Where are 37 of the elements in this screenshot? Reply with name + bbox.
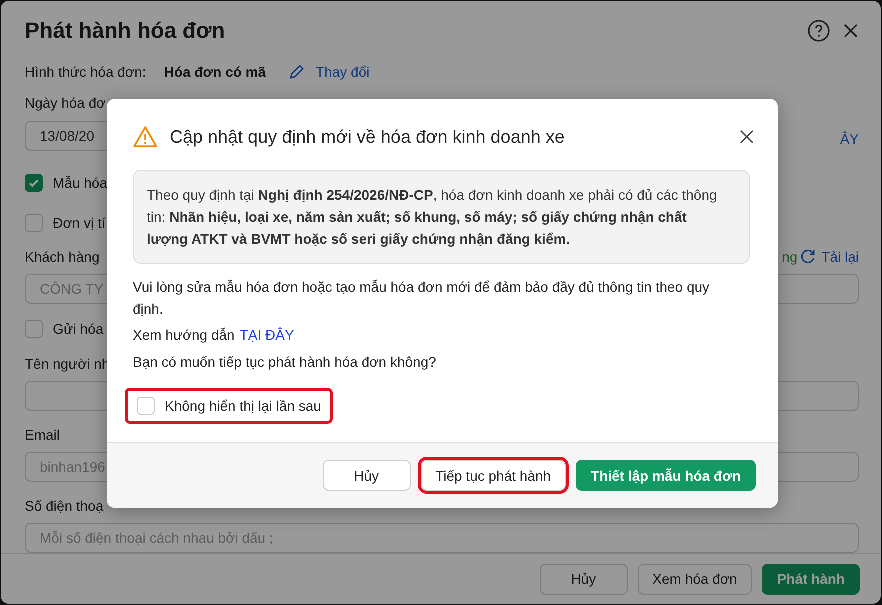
modal-button[interactable]: Thiết lập mẫu hóa đơn — [576, 460, 756, 491]
checkbox[interactable] — [25, 320, 43, 338]
footer-button[interactable]: Hủy — [540, 564, 628, 594]
modal-button[interactable]: Hủy — [322, 460, 411, 491]
guide-link[interactable]: TẠI ĐÂY — [240, 324, 294, 347]
question-text: Bạn có muốn tiếp tục phát hành hóa đơn không? — [133, 353, 436, 372]
date-label: Ngày hóa đơ — [25, 95, 106, 111]
guide-text: Xem hướng dẫn — [133, 326, 235, 345]
guide-link[interactable]: ÂY — [840, 131, 859, 147]
checkbox[interactable] — [25, 214, 43, 232]
close-icon[interactable] — [740, 130, 754, 144]
modal-title: Cập nhật quy định mới về hóa đơn kinh doanh xe — [170, 126, 565, 148]
dialog-title: Phát hành hóa đơn — [25, 18, 226, 44]
refresh-icon — [800, 249, 816, 265]
checkbox[interactable] — [137, 397, 155, 415]
dont-show-checkbox[interactable]: Không hiển thị lại lần sau — [125, 388, 334, 424]
footer-button[interactable]: Xem hóa đơn — [638, 564, 752, 594]
modal-button[interactable]: Tiếp tục phát hành — [420, 460, 566, 491]
help-icon[interactable] — [807, 19, 831, 43]
invoice-type-label: Hình thức hóa đơn: — [25, 64, 146, 80]
check-icon — [28, 177, 40, 189]
option-label: Mẫu hóa — [53, 175, 108, 191]
close-icon[interactable] — [843, 23, 859, 39]
email-label: Email — [25, 427, 60, 443]
instruction-text: Vui lòng sửa mẫu hóa đơn hoặc tạo mẫu hóa đơn mới để đảm bảo đầy đủ thông tin theo quy định. — [133, 278, 711, 319]
customer-status-text: ng — [782, 249, 798, 265]
change-link[interactable]: Thay đổi — [316, 64, 370, 80]
notice-text: Theo quy định tại Nghị định 254/2026/NĐ-CP, hóa đơn kinh doanh xe phải có đủ các thông tin: Nhãn hiệu, loại xe, năm sản xuất; số khung, số máy; số giấy chứng nhận chất lượng ATKT và BVMT hoặc số seri giấy chứng nhận đăng kiểm. — [133, 170, 750, 264]
option-label: Đơn vị tí — [53, 215, 106, 231]
option-label: Gửi hóa — [53, 321, 104, 337]
reload-link[interactable]: Tải lại — [800, 249, 859, 265]
phone-label: Số điện thoạ — [25, 498, 104, 514]
invoice-type-value: Hóa đơn có mã — [164, 64, 266, 80]
pencil-icon[interactable] — [288, 63, 306, 81]
checkbox[interactable] — [25, 174, 43, 192]
customer-label: Khách hàng — [25, 249, 100, 265]
warning-icon — [133, 126, 158, 148]
